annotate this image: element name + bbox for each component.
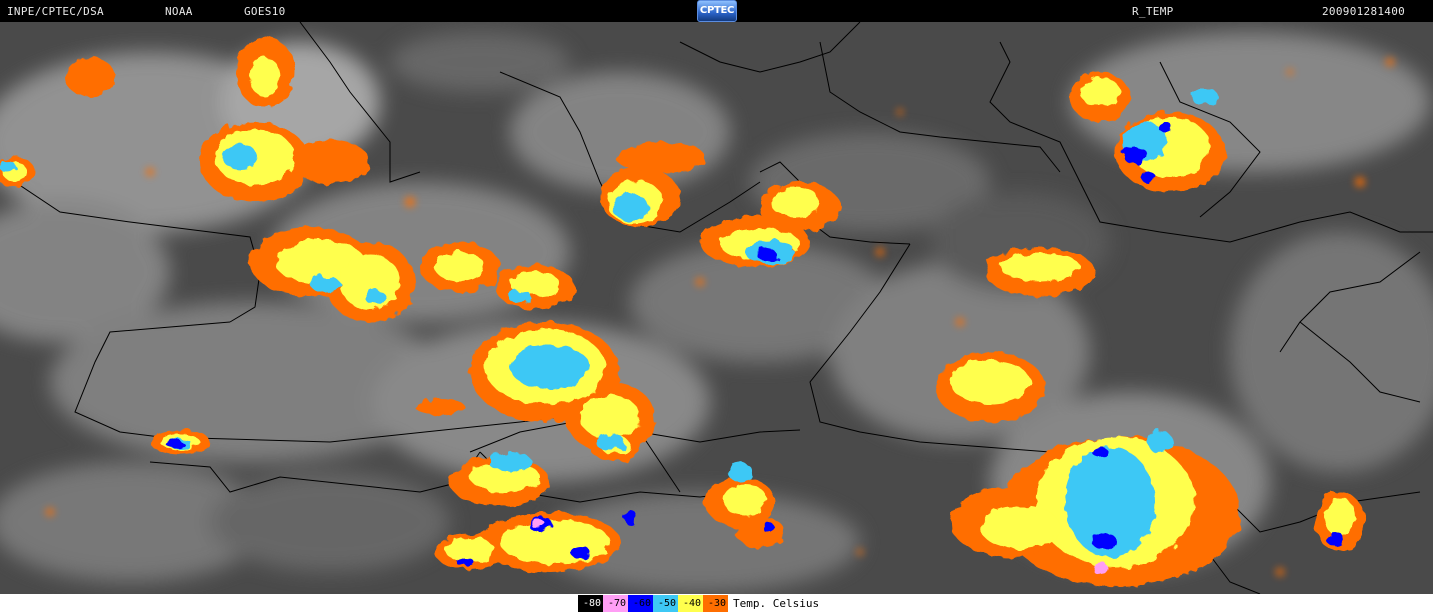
legend-swatch: -60 [628,595,653,612]
agency-label: NOAA [165,5,193,18]
legend-value: -50 [657,598,676,609]
timestamp-label: 200901281400 [1322,5,1406,18]
legend-unit: Temp. Celsius [733,597,820,610]
legend-value: -40 [682,598,701,609]
legend-value: -60 [632,598,651,609]
source-label: INPE/CPTEC/DSA [7,5,104,18]
temperature-legend: -80 -70 -60 -50 -40 -30 Temp. Celsius [578,595,819,612]
logo-text: CPTEC [699,5,735,16]
header-bar: INPE/CPTEC/DSA NOAA GOES10 CPTEC R_TEMP … [0,0,1433,22]
legend-swatch: -30 [703,595,728,612]
satellite-map-svg [0,22,1433,594]
legend-value: -30 [707,598,726,609]
legend-swatch: -70 [603,595,628,612]
product-label: R_TEMP [1132,5,1174,18]
cptec-logo: CPTEC [697,0,737,22]
satellite-image [0,22,1433,594]
legend-value: -80 [582,598,601,609]
legend-swatch: -40 [678,595,703,612]
satellite-label: GOES10 [244,5,286,18]
legend-value: -70 [607,598,626,609]
legend-swatch: -80 [578,595,603,612]
legend-swatch: -50 [653,595,678,612]
